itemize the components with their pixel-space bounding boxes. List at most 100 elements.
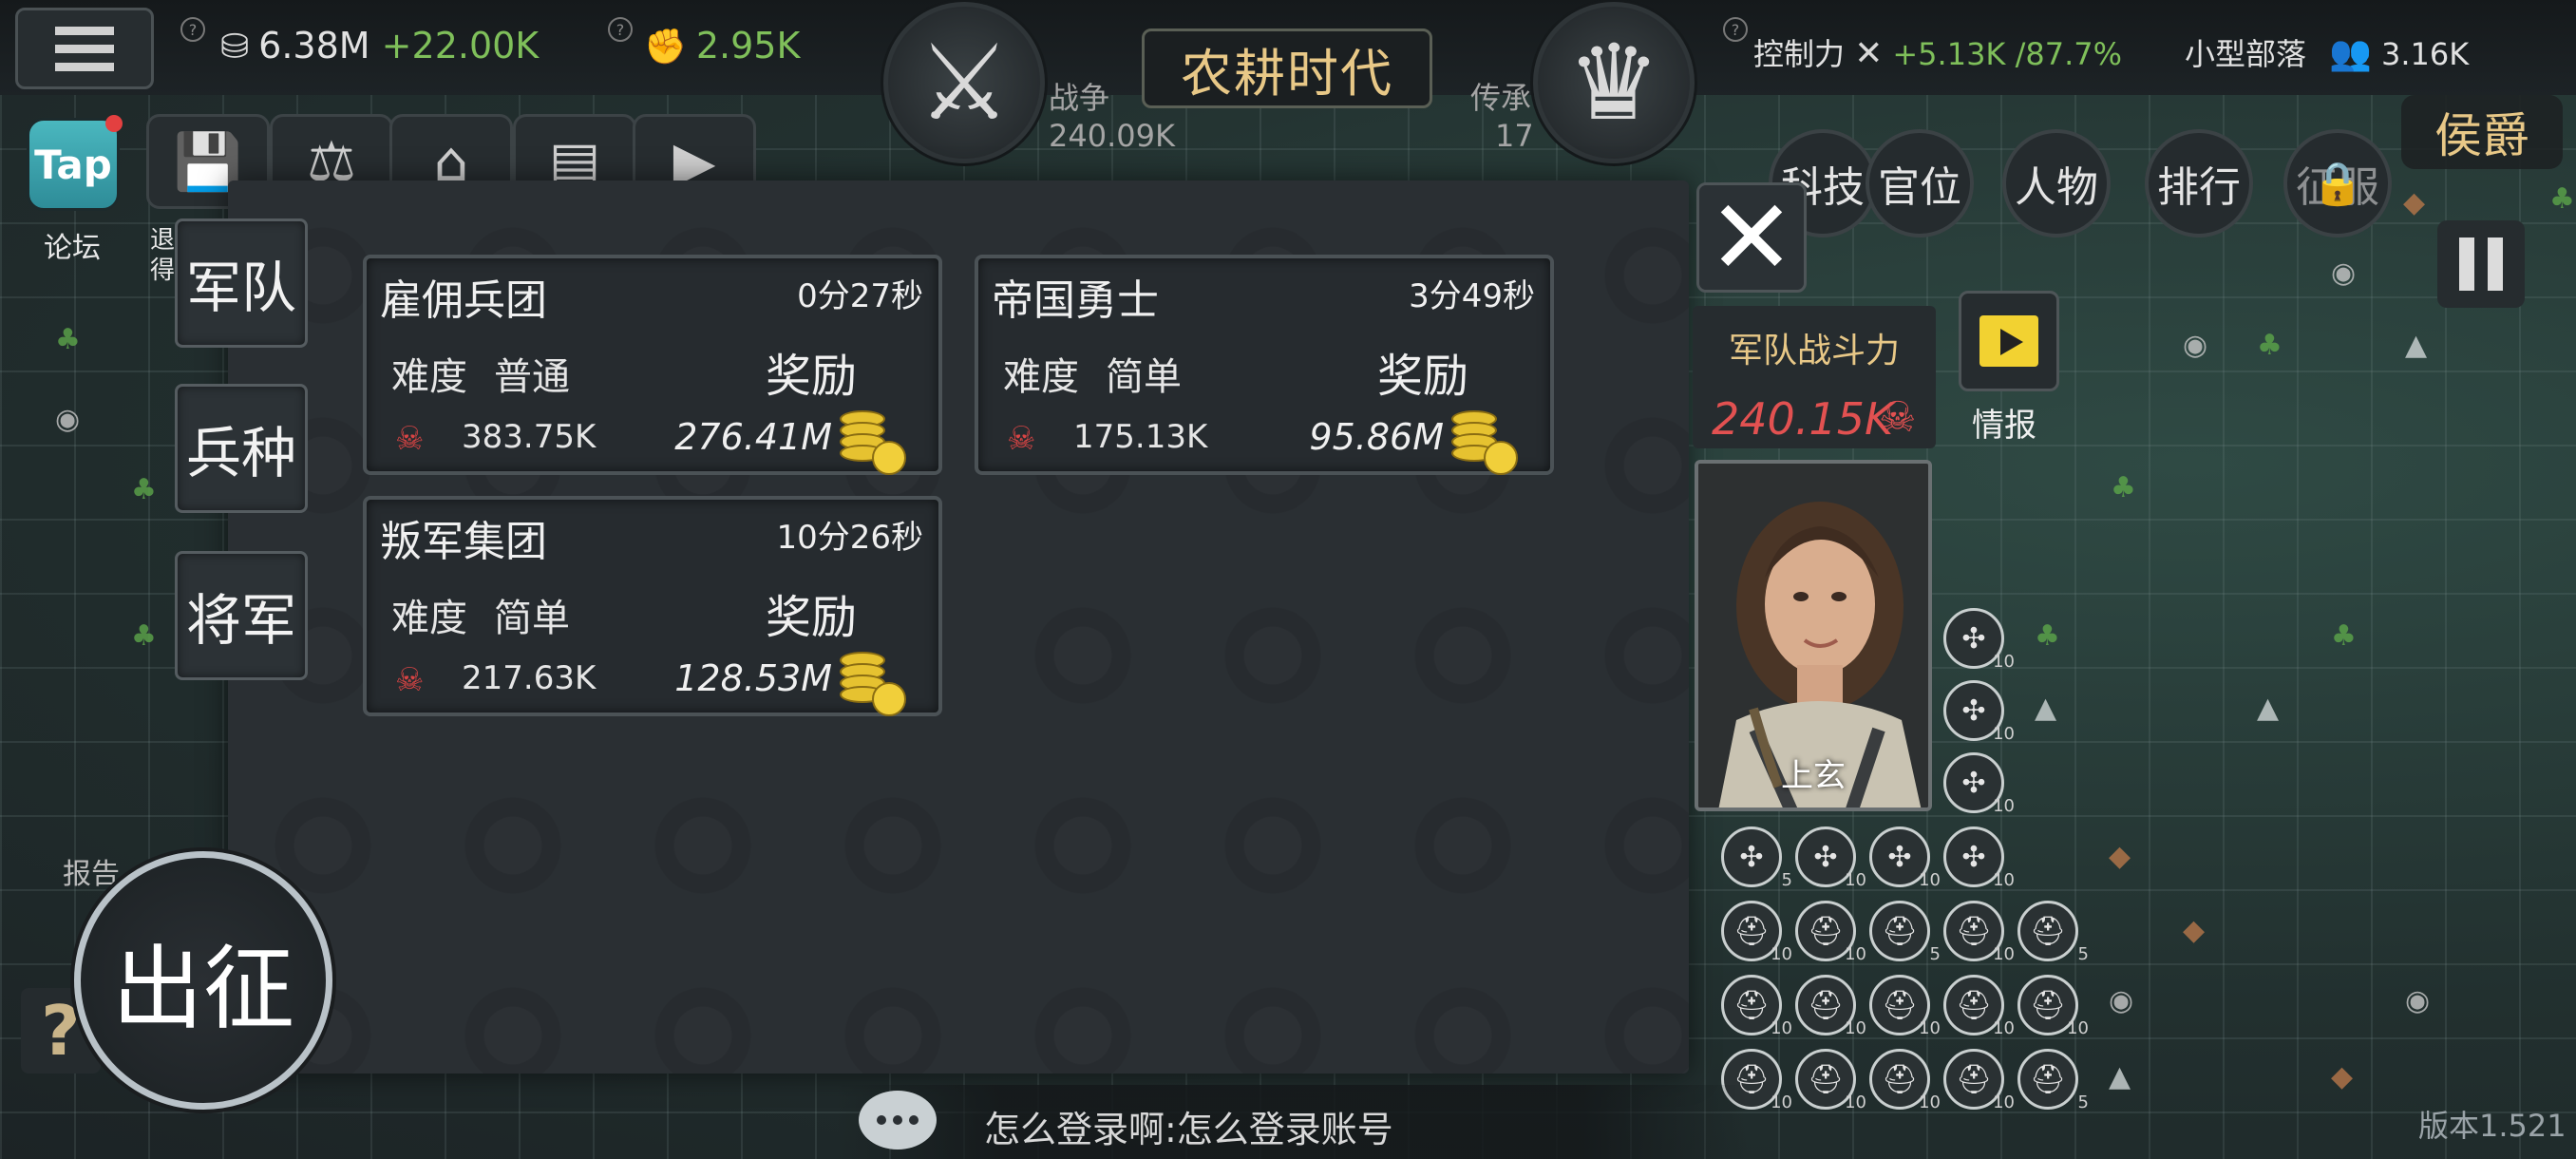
- map-unit-icon[interactable]: ⛑ 5: [2017, 901, 2089, 964]
- gold-help-icon[interactable]: ?: [180, 17, 205, 42]
- skull-icon: ☠: [1007, 420, 1036, 458]
- map-unit-icon[interactable]: ⛑ 5: [1869, 901, 1941, 964]
- conquer-button[interactable]: 征服 🔒: [2283, 129, 2392, 238]
- strength-help-icon[interactable]: ?: [608, 17, 633, 42]
- army-power-value: 240.15K: [1712, 393, 1894, 445]
- army-power-label: 军队战斗力: [1728, 332, 1900, 370]
- mission-name: 雇佣兵团: [380, 276, 547, 325]
- mission-timer: 10分26秒: [776, 519, 923, 557]
- gold-coins-icon: [840, 410, 906, 475]
- main-menu-button[interactable]: [15, 8, 154, 89]
- strength-stat: ✊ 2.95K: [644, 25, 800, 66]
- intel-button[interactable]: [1959, 291, 2059, 391]
- chat-icon[interactable]: [859, 1091, 937, 1150]
- reward-value: 276.41M: [674, 416, 832, 458]
- close-icon: ✕: [1707, 177, 1796, 298]
- control-label: 控制力: [1753, 36, 1846, 72]
- tribe-stat: 小型部落 👥 3.16K: [2185, 30, 2469, 74]
- tab-army[interactable]: 军队: [175, 218, 308, 348]
- map-unit-icon[interactable]: ✣ 10: [1943, 608, 2015, 672]
- map-unit-icon[interactable]: ⛑ 10: [1869, 1049, 1941, 1112]
- rank-title-badge[interactable]: 侯爵: [2401, 95, 2563, 169]
- difficulty-label: 难度: [391, 597, 467, 640]
- tree-icon: ♣: [2549, 182, 2575, 216]
- map-unit-icon[interactable]: ✣ 5: [1721, 826, 1792, 890]
- mountain-icon: ▲: [2257, 692, 2280, 725]
- pause-button[interactable]: [2437, 220, 2525, 308]
- tab-troop-types[interactable]: 兵种: [175, 384, 308, 513]
- mountain-icon: ▲: [2405, 329, 2428, 362]
- chat-message[interactable]: 怎么登录啊:怎么登录账号: [984, 1100, 1393, 1152]
- chat-dot: [909, 1115, 919, 1125]
- close-button[interactable]: ✕: [1696, 182, 1807, 293]
- map-unit-icon[interactable]: ⛑ 10: [1721, 901, 1792, 964]
- reward-label: 奖励: [766, 591, 858, 644]
- hamburger-line: [55, 26, 114, 35]
- office-button[interactable]: 官位: [1866, 129, 1974, 238]
- legacy-value: 17: [1495, 118, 1534, 154]
- map-unit-icon[interactable]: ⛑ 10: [1795, 975, 1866, 1038]
- map-unit-icon[interactable]: ✣ 10: [1943, 826, 2015, 890]
- legacy-button[interactable]: ♛: [1533, 2, 1695, 163]
- gold-coins-icon: [840, 652, 906, 716]
- chat-dot: [877, 1115, 886, 1125]
- muscle-icon: ✊: [644, 28, 687, 66]
- sheep-icon: ◉: [55, 403, 81, 436]
- legacy-label: 传承: [1470, 80, 1532, 116]
- gold-coins-icon: [1451, 410, 1518, 475]
- map-unit-icon[interactable]: ⛑ 5: [2017, 1049, 2089, 1112]
- difficulty-value: 简单: [494, 597, 570, 640]
- reward-value: 95.86M: [1309, 416, 1444, 458]
- reward-label: 奖励: [1377, 350, 1469, 403]
- map-unit-icon[interactable]: ✣ 10: [1869, 826, 1941, 890]
- mission-card[interactable]: 雇佣兵团 0分27秒 难度 普通 奖励 ☠ 383.75K 276.41M: [363, 255, 942, 475]
- mission-card[interactable]: 叛军集团 10分26秒 难度 简单 奖励 ☠ 217.63K 128.53M: [363, 496, 942, 716]
- deploy-button[interactable]: 出征: [74, 851, 332, 1110]
- sheep-icon: ◉: [2405, 984, 2431, 1017]
- population-value: 3.16K: [2381, 36, 2470, 72]
- map-unit-icon[interactable]: ⛑ 10: [2017, 975, 2089, 1038]
- tree-icon: ♣: [131, 473, 157, 506]
- gold-stat: ⛁ 6.38M +22.00K: [220, 25, 539, 66]
- cow-icon: ◆: [2331, 1060, 2354, 1093]
- mission-card[interactable]: 帝国勇士 3分49秒 难度 简单 奖励 ☠ 175.13K 95.86M: [975, 255, 1554, 475]
- war-button[interactable]: ⚔: [883, 2, 1045, 163]
- map-unit-icon[interactable]: ⛑ 10: [1943, 901, 2015, 964]
- notification-dot: [105, 115, 123, 132]
- map-unit-icon[interactable]: ✣ 10: [1943, 680, 2015, 744]
- map-unit-icon[interactable]: ⛑ 10: [1721, 975, 1792, 1038]
- map-unit-icon[interactable]: ⛑ 10: [1943, 975, 2015, 1038]
- taptap-forum-button[interactable]: Tap: [27, 115, 123, 211]
- map-unit-icon[interactable]: ⛑ 10: [1943, 1049, 2015, 1112]
- characters-button[interactable]: 人物: [2002, 129, 2111, 238]
- mission-name: 叛军集团: [380, 518, 547, 566]
- map-unit-icon[interactable]: ✣ 10: [1795, 826, 1866, 890]
- cow-icon: ◆: [2183, 914, 2206, 947]
- mission-name: 帝国勇士: [992, 276, 1159, 325]
- gold-value: 6.38M: [258, 25, 370, 66]
- tree-icon: ♣: [55, 323, 81, 356]
- ranking-button[interactable]: 排行: [2145, 129, 2253, 238]
- skull-icon: ☠: [1879, 393, 1917, 442]
- map-unit-icon[interactable]: ⛑ 10: [1795, 1049, 1866, 1112]
- tab-generals[interactable]: 将军: [175, 551, 308, 680]
- cow-icon: ◆: [2109, 840, 2131, 873]
- map-unit-icon[interactable]: ⛑ 10: [1869, 975, 1941, 1038]
- general-portrait[interactable]: 上玄: [1695, 460, 1932, 811]
- video-play-icon: [1979, 315, 2038, 367]
- control-help-icon[interactable]: ?: [1723, 17, 1748, 42]
- reward-value: 128.53M: [674, 657, 832, 699]
- tap-logo: Tap: [34, 141, 112, 188]
- difficulty-label: 难度: [1003, 355, 1079, 399]
- tree-icon: ♣: [2257, 329, 2282, 362]
- era-title[interactable]: 农耕时代: [1142, 28, 1432, 108]
- sheep-icon: ◉: [2183, 329, 2208, 362]
- report-label[interactable]: 报告: [63, 850, 120, 892]
- pause-bar: [2488, 238, 2503, 291]
- difficulty-value: 简单: [1106, 355, 1182, 399]
- sheep-icon: ◉: [2109, 984, 2134, 1017]
- enemy-power: 383.75K: [462, 418, 597, 456]
- map-unit-icon[interactable]: ✣ 10: [1943, 752, 2015, 816]
- map-unit-icon[interactable]: ⛑ 10: [1795, 901, 1866, 964]
- tree-icon: ♣: [2111, 471, 2136, 504]
